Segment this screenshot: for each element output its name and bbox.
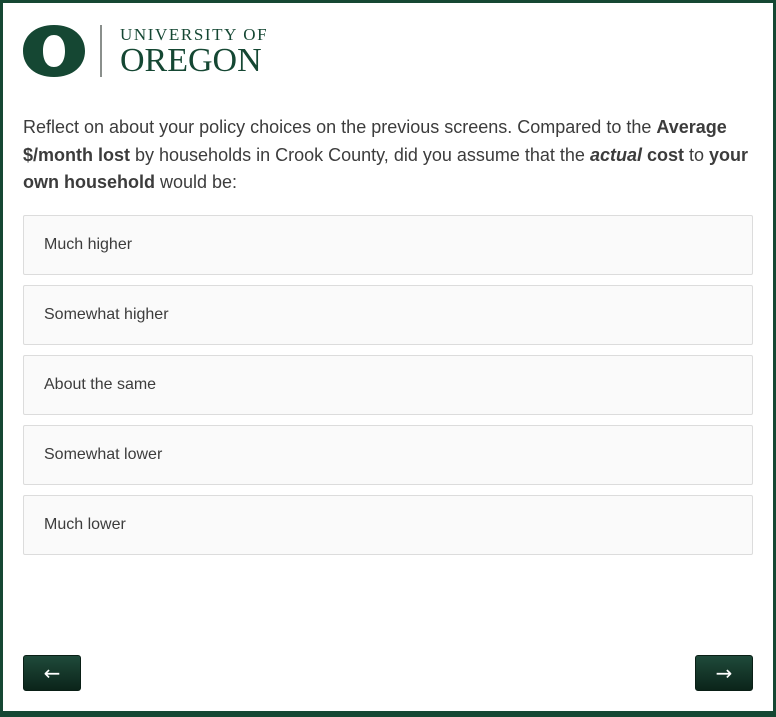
option-label: About the same [44,376,157,393]
uo-o-logo-icon [23,25,85,77]
logo-divider [100,25,102,77]
survey-card: UNIVERSITY OF OREGON Reflect on about yo… [3,3,773,711]
wordmark-university-of: UNIVERSITY OF [120,24,269,44]
university-logo: UNIVERSITY OF OREGON [23,25,268,77]
question-part-5: would be: [155,172,238,192]
option-about-the-same[interactable]: About the same [23,355,753,415]
back-button[interactable]: ← [23,655,81,691]
option-label: Much higher [44,236,133,253]
left-arrow-icon: ← [43,661,61,685]
question-text: Reflect on about your policy choices on … [23,114,758,197]
question-emphasis-actual: actual [589,144,642,165]
option-label: Somewhat higher [44,306,169,323]
option-label: Somewhat lower [44,446,163,463]
right-arrow-icon: → [715,661,733,685]
question-bold-cost: cost [646,144,684,165]
option-much-lower[interactable]: Much lower [23,495,753,555]
next-button[interactable]: → [695,655,753,691]
wordmark: UNIVERSITY OF OREGON [120,25,268,78]
option-somewhat-higher[interactable]: Somewhat higher [23,285,753,345]
question-part-1: Reflect on about your policy choices on … [23,117,657,137]
question-part-2: by households in Crook County, did you a… [130,144,590,165]
question-part-4: to [684,144,710,165]
option-much-higher[interactable]: Much higher [23,215,753,275]
option-somewhat-lower[interactable]: Somewhat lower [23,425,753,485]
answer-options: Much higher Somewhat higher About the sa… [23,215,753,565]
wordmark-oregon: OREGON [120,41,262,79]
option-label: Much lower [44,516,126,533]
